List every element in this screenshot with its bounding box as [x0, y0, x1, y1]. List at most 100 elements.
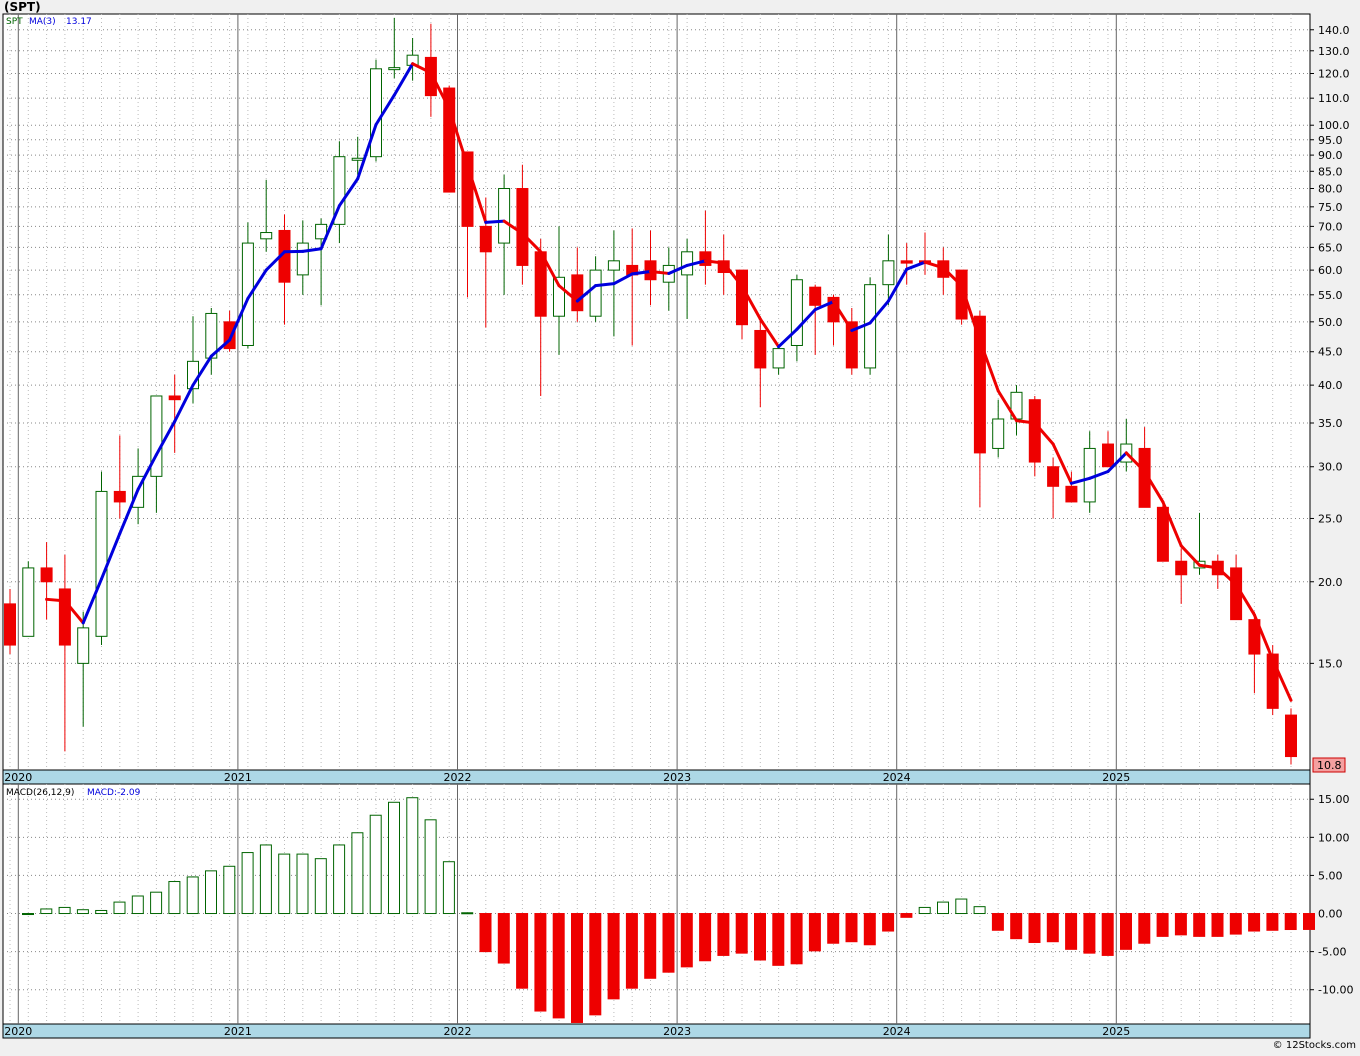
price-tick-label: 20.0: [1318, 576, 1343, 589]
candle-down: [571, 274, 584, 312]
macd-bar-negative: [1284, 913, 1297, 931]
macd-bar-negative: [790, 913, 803, 965]
price-tick-label: 50.0: [1318, 316, 1343, 329]
price-tick-label: 85.0: [1318, 165, 1343, 178]
macd-bar-negative: [1303, 913, 1315, 930]
year-label: 2022: [444, 1025, 472, 1038]
price-tick-label: 45.0: [1318, 346, 1343, 359]
ma-value: 13.17: [66, 17, 92, 27]
candle-down: [754, 329, 767, 369]
ma-segment: [649, 270, 671, 275]
candle-down: [1028, 399, 1041, 463]
price-tick-label: 35.0: [1318, 417, 1343, 430]
candle-down: [1102, 443, 1114, 468]
candle-up: [296, 242, 309, 276]
macd-bar-negative: [1120, 913, 1132, 950]
price-tick-label: 40.0: [1318, 379, 1343, 392]
candle-down: [4, 603, 16, 646]
year-label: 2023: [663, 771, 691, 784]
macd-bar-positive: [22, 913, 34, 916]
macd-bar-negative: [607, 913, 620, 1000]
macd-bar-negative: [1046, 913, 1059, 943]
price-tick-label: 70.0: [1318, 220, 1343, 233]
macd-bar-negative: [589, 913, 602, 1016]
macd-bar-negative: [863, 913, 876, 946]
candle-up: [260, 232, 273, 240]
macd-bar-positive: [388, 801, 400, 915]
macd-bar-positive: [259, 844, 272, 915]
candle-down: [479, 225, 492, 253]
candle-up: [790, 279, 803, 346]
price-tick-label: 90.0: [1318, 149, 1343, 162]
macd-bar-negative: [644, 913, 657, 979]
macd-bar-negative: [680, 913, 693, 968]
macd-bar-positive: [205, 870, 217, 915]
price-tick-label: 95.0: [1318, 134, 1343, 147]
last-price-value: 10.8: [1317, 759, 1342, 772]
macd-bar-negative: [497, 913, 510, 964]
price-tick-label: 110.0: [1318, 92, 1350, 105]
candle-down: [40, 567, 53, 583]
macd-bar-negative: [1083, 913, 1096, 954]
macd-bar-negative: [882, 913, 895, 932]
candle-down: [113, 490, 126, 503]
macd-bar-negative: [1266, 913, 1279, 931]
candle-down: [1065, 485, 1078, 503]
year-label: 2020: [4, 1025, 32, 1038]
macd-bar-negative: [662, 913, 675, 973]
candle-up: [388, 67, 401, 71]
macd-bar-negative: [1248, 913, 1261, 932]
candle-up: [589, 269, 602, 317]
macd-plot-area: [2, 783, 1311, 1025]
candle-up: [498, 188, 511, 244]
candle-up: [864, 284, 877, 369]
candle-down: [1285, 714, 1297, 758]
candle-up: [22, 567, 35, 637]
year-label: 2020: [4, 771, 32, 784]
candle-down: [424, 56, 437, 97]
macd-bar-positive: [314, 858, 327, 915]
year-label: 2021: [224, 771, 252, 784]
macd-bar-negative: [735, 913, 748, 954]
macd-tick-label: 5.00: [1318, 869, 1343, 882]
candle-down: [1175, 560, 1188, 576]
macd-bar-negative: [1174, 913, 1187, 936]
macd-bar-positive: [58, 906, 71, 915]
price-tick-label: 100.0: [1318, 119, 1350, 132]
macd-bar-positive: [973, 906, 986, 915]
macd-bar-positive: [369, 814, 382, 915]
year-label: 2025: [1102, 1025, 1130, 1038]
macd-bar-positive: [955, 898, 968, 915]
ma-segment: [484, 219, 506, 224]
year-label: 2024: [883, 1025, 911, 1038]
macd-bar-positive: [296, 853, 309, 915]
footer-credit: © 12Stocks.com: [1272, 1040, 1356, 1051]
price-plot-area: [2, 13, 1311, 771]
macd-bar-positive: [168, 881, 181, 915]
macd-bar-positive: [351, 832, 364, 915]
macd-bar-positive: [442, 861, 455, 915]
macd-bar-negative: [571, 913, 583, 1023]
macd-bar-positive: [406, 797, 419, 915]
macd-bar-negative: [699, 913, 712, 962]
year-label: 2025: [1102, 771, 1130, 784]
candle-up: [607, 260, 620, 271]
macd-bar-positive: [241, 852, 254, 915]
year-label: 2024: [883, 771, 911, 784]
macd-bar-negative: [516, 913, 529, 989]
candle-up: [77, 627, 90, 664]
macd-bar-negative: [479, 913, 492, 953]
price-tick-label: 120.0: [1318, 67, 1350, 80]
macd-bar-positive: [278, 853, 291, 915]
macd-bar-positive: [76, 909, 89, 915]
macd-label: MACD(26,12,9): [6, 788, 74, 798]
macd-bar-positive: [918, 906, 931, 915]
candle-down: [1047, 466, 1060, 487]
price-tick-label: 15.0: [1318, 657, 1343, 670]
macd-bar-negative: [754, 913, 766, 961]
candle-down: [736, 269, 748, 326]
macd-bar-negative: [625, 913, 638, 989]
macd-bar-positive: [131, 895, 144, 915]
candle-up: [351, 157, 364, 161]
macd-bar-negative: [1156, 913, 1169, 937]
